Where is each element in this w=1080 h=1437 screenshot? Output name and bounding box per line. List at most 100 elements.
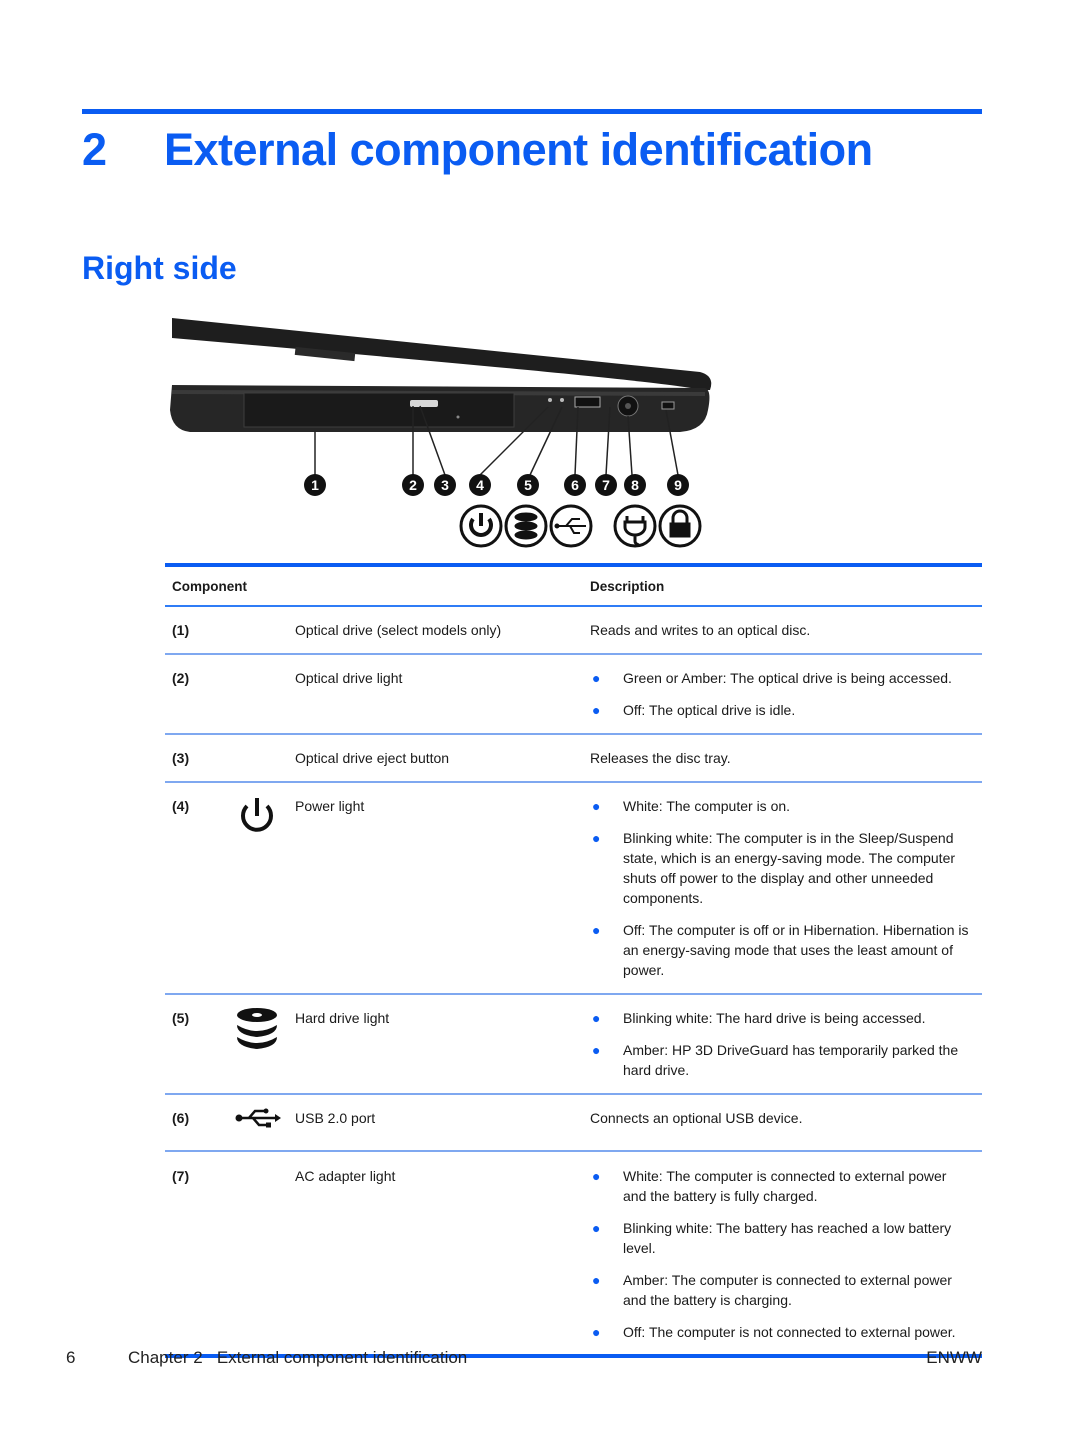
description-bullet: ● Amber: HP 3D DriveGuard has temporarily… xyxy=(590,1040,982,1080)
row-number: (5) xyxy=(172,1010,190,1026)
description-bullet: ● White: The computer is on. xyxy=(590,796,982,816)
svg-text:8: 8 xyxy=(631,477,639,493)
svg-text:7: 7 xyxy=(602,477,610,493)
hdd-light xyxy=(560,398,564,402)
description-bullet: ● Blinking white: The computer is in the … xyxy=(590,828,982,908)
row-number: (6) xyxy=(172,1110,190,1126)
bullet-text: Amber: HP 3D DriveGuard has temporarily … xyxy=(623,1042,959,1078)
section-title: Right side xyxy=(82,250,237,286)
description-bullet: ● Green or Amber: The optical drive is be… xyxy=(590,668,982,688)
page-footer: 6 Chapter 2 External component identific… xyxy=(66,1348,982,1368)
bullet-text: Off: The computer is off or in Hibernati… xyxy=(623,922,969,978)
power-icon xyxy=(459,504,503,548)
row-icon-empty xyxy=(225,1166,295,1342)
table-row: (5) Hard drive light ● Blinking white: Th… xyxy=(165,995,982,1093)
bullet-text: Off: The optical drive is idle. xyxy=(623,702,796,718)
chapter-title-text: External component identification xyxy=(164,124,873,175)
description-bullet: ● Off: The computer is not connected to e… xyxy=(590,1322,982,1342)
table-header: Component Description xyxy=(165,567,982,605)
description-bullet: ● Blinking white: The battery has reached… xyxy=(590,1218,982,1258)
hard-drive-icon xyxy=(504,504,548,548)
callout-5: 5 xyxy=(517,474,539,496)
hard-drive-icon xyxy=(237,1008,277,1049)
bullet-text: Off: The computer is not connected to ex… xyxy=(623,1324,956,1340)
row-icon-cell xyxy=(225,1008,295,1080)
bullet-text: Blinking white: The hard drive is being … xyxy=(623,1010,926,1026)
callout-8: 8 xyxy=(624,474,646,496)
callout-markers: 1 2 3 4 5 6 7 8 9 xyxy=(304,474,689,496)
bullet-icon: ● xyxy=(592,1168,601,1184)
bullet-text: White: The computer is on. xyxy=(623,798,791,814)
bullet-icon: ● xyxy=(592,830,601,846)
bullet-icon: ● xyxy=(592,1010,601,1026)
bullet-icon: ● xyxy=(592,702,601,718)
callout-3: 3 xyxy=(434,474,456,496)
footer-locale: ENWW xyxy=(926,1348,982,1367)
row-number: (2) xyxy=(172,670,190,686)
svg-text:4: 4 xyxy=(476,477,484,493)
row-icon-empty xyxy=(225,620,295,640)
row-component: Optical drive light xyxy=(295,670,403,686)
eject-button xyxy=(410,400,438,407)
row-number: (1) xyxy=(172,622,190,638)
bullet-text: White: The computer is connected to exte… xyxy=(623,1168,947,1204)
row-icon-empty xyxy=(225,748,295,768)
svg-text:6: 6 xyxy=(571,477,579,493)
bullet-icon: ● xyxy=(592,1324,601,1340)
table-row: (4) Power light ● White: The computer is … xyxy=(165,783,982,993)
bullet-text: Amber: The computer is connected to exte… xyxy=(623,1272,952,1308)
bullet-icon: ● xyxy=(592,1042,601,1058)
row-component: AC adapter light xyxy=(295,1168,396,1184)
row-component: Power light xyxy=(295,798,365,814)
row-component: Hard drive light xyxy=(295,1010,390,1026)
bullet-text: Blinking white: The computer is in the S… xyxy=(623,830,956,906)
table-row: (3) Optical drive eject button Releases … xyxy=(165,735,982,781)
table-row: (6) USB 2.0 port Connects an optional US… xyxy=(165,1095,982,1150)
description-bullet: ● Blinking white: The hard drive is being… xyxy=(590,1008,982,1028)
laptop-lid xyxy=(172,318,712,390)
usb-icon xyxy=(549,504,593,548)
page-number: 6 xyxy=(66,1348,76,1367)
laptop-right-side-figure: 1 2 3 4 5 6 7 8 9 xyxy=(160,310,730,560)
power-jack-pin xyxy=(625,403,631,409)
row-icon-empty xyxy=(225,668,295,720)
row-description: Releases the disc tray. xyxy=(590,750,731,766)
callout-9: 9 xyxy=(667,474,689,496)
eject-pinhole xyxy=(456,415,460,419)
table-row: (7) AC adapter light ● White: The compute… xyxy=(165,1152,982,1354)
row-icon-cell xyxy=(225,796,295,980)
laptop-illustration: 1 2 3 4 5 6 7 8 9 xyxy=(170,318,712,548)
bullet-text: Green or Amber: The optical drive is bei… xyxy=(623,670,952,686)
component-table: Component Description (1) Optical drive … xyxy=(165,563,982,1358)
power-light xyxy=(548,398,552,402)
lock-icon xyxy=(658,504,702,548)
footer-chapter-label: Chapter 2 External component identificat… xyxy=(128,1348,468,1367)
callout-7: 7 xyxy=(595,474,617,496)
callout-4: 4 xyxy=(469,474,491,496)
bullet-icon: ● xyxy=(592,670,601,686)
callout-1: 1 xyxy=(304,474,326,496)
chapter-number: 2 xyxy=(82,124,107,175)
svg-text:5: 5 xyxy=(524,477,532,493)
row-number: (3) xyxy=(172,750,190,766)
row-number: (4) xyxy=(172,798,190,814)
chapter-top-rule xyxy=(82,109,982,114)
bullet-icon: ● xyxy=(592,922,601,938)
legend-icons xyxy=(459,504,702,548)
svg-text:1: 1 xyxy=(311,477,319,493)
row-component: Optical drive (select models only) xyxy=(295,622,502,638)
usb-port xyxy=(574,396,601,408)
security-slot xyxy=(661,401,675,410)
callout-6: 6 xyxy=(564,474,586,496)
table-row: (1) Optical drive (select models only) R… xyxy=(165,607,982,653)
power-icon xyxy=(241,798,273,832)
row-description: Reads and writes to an optical disc. xyxy=(590,622,811,638)
bullet-icon: ● xyxy=(592,1272,601,1288)
row-description: Connects an optional USB device. xyxy=(590,1110,803,1126)
row-number: (7) xyxy=(172,1168,190,1184)
description-bullet: ● White: The computer is connected to ext… xyxy=(590,1166,982,1206)
row-component: USB 2.0 port xyxy=(295,1110,376,1126)
svg-text:2: 2 xyxy=(409,477,417,493)
description-bullet: ● Off: The optical drive is idle. xyxy=(590,700,982,720)
ac-adapter-icon xyxy=(613,504,657,548)
